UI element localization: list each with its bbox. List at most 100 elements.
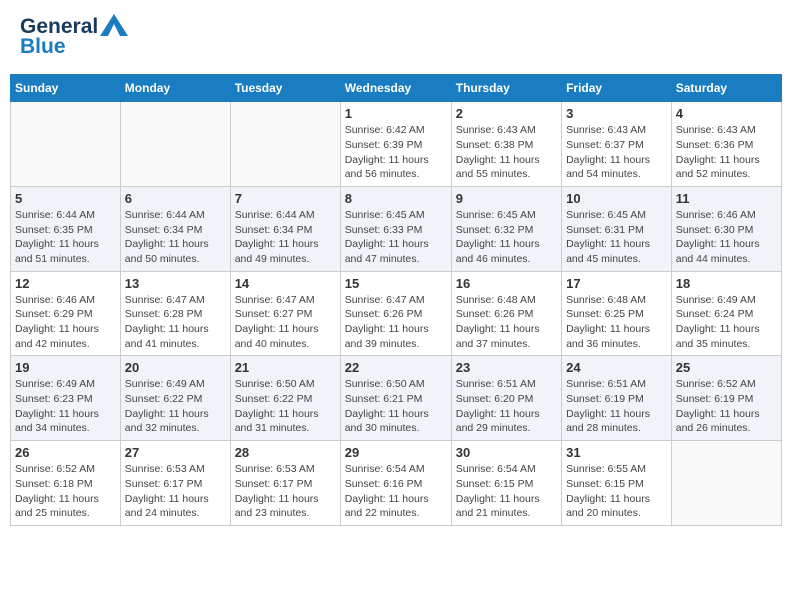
calendar-table: SundayMondayTuesdayWednesdayThursdayFrid… (10, 74, 782, 526)
day-info: Sunrise: 6:54 AM Sunset: 6:16 PM Dayligh… (345, 462, 447, 521)
day-info: Sunrise: 6:42 AM Sunset: 6:39 PM Dayligh… (345, 123, 447, 182)
calendar-cell: 18 Sunrise: 6:49 AM Sunset: 6:24 PM Dayli… (671, 271, 781, 356)
day-number: 2 (456, 106, 557, 121)
calendar-cell: 3 Sunrise: 6:43 AM Sunset: 6:37 PM Daylig… (562, 102, 672, 187)
calendar-cell: 30 Sunrise: 6:54 AM Sunset: 6:15 PM Dayli… (451, 441, 561, 526)
calendar-cell: 15 Sunrise: 6:47 AM Sunset: 6:26 PM Dayli… (340, 271, 451, 356)
day-number: 30 (456, 445, 557, 460)
calendar-cell (230, 102, 340, 187)
day-info: Sunrise: 6:44 AM Sunset: 6:34 PM Dayligh… (235, 208, 336, 267)
calendar-cell: 5Sunrise: 6:44 AM Sunset: 6:35 PM Daylig… (11, 186, 121, 271)
day-info: Sunrise: 6:44 AM Sunset: 6:35 PM Dayligh… (15, 208, 116, 267)
day-number: 4 (676, 106, 777, 121)
weekday-header-friday: Friday (562, 75, 672, 102)
calendar-cell: 23 Sunrise: 6:51 AM Sunset: 6:20 PM Dayli… (451, 356, 561, 441)
calendar-cell (671, 441, 781, 526)
calendar-cell: 29 Sunrise: 6:54 AM Sunset: 6:16 PM Dayli… (340, 441, 451, 526)
day-number: 12 (15, 276, 116, 291)
day-number: 23 (456, 360, 557, 375)
calendar-cell: 13 Sunrise: 6:47 AM Sunset: 6:28 PM Dayli… (120, 271, 230, 356)
day-info: Sunrise: 6:50 AM Sunset: 6:21 PM Dayligh… (345, 377, 447, 436)
day-info: Sunrise: 6:47 AM Sunset: 6:27 PM Dayligh… (235, 293, 336, 352)
calendar-cell: 12 Sunrise: 6:46 AM Sunset: 6:29 PM Dayli… (11, 271, 121, 356)
calendar-cell: 10 Sunrise: 6:45 AM Sunset: 6:31 PM Dayli… (562, 186, 672, 271)
calendar-cell: 26 Sunrise: 6:52 AM Sunset: 6:18 PM Dayli… (11, 441, 121, 526)
day-number: 8 (345, 191, 447, 206)
day-number: 14 (235, 276, 336, 291)
day-info: Sunrise: 6:48 AM Sunset: 6:25 PM Dayligh… (566, 293, 667, 352)
day-info: Sunrise: 6:51 AM Sunset: 6:19 PM Dayligh… (566, 377, 667, 436)
day-number: 21 (235, 360, 336, 375)
weekday-header-wednesday: Wednesday (340, 75, 451, 102)
calendar-cell: 1 Sunrise: 6:42 AM Sunset: 6:39 PM Daylig… (340, 102, 451, 187)
day-number: 19 (15, 360, 116, 375)
calendar-cell: 27 Sunrise: 6:53 AM Sunset: 6:17 PM Dayli… (120, 441, 230, 526)
day-number: 11 (676, 191, 777, 206)
calendar-cell: 4 Sunrise: 6:43 AM Sunset: 6:36 PM Daylig… (671, 102, 781, 187)
day-number: 29 (345, 445, 447, 460)
weekday-header-thursday: Thursday (451, 75, 561, 102)
calendar-cell: 21 Sunrise: 6:50 AM Sunset: 6:22 PM Dayli… (230, 356, 340, 441)
calendar-cell: 6 Sunrise: 6:44 AM Sunset: 6:34 PM Daylig… (120, 186, 230, 271)
calendar-cell (120, 102, 230, 187)
day-number: 10 (566, 191, 667, 206)
calendar-cell: 25 Sunrise: 6:52 AM Sunset: 6:19 PM Dayli… (671, 356, 781, 441)
weekday-header-monday: Monday (120, 75, 230, 102)
day-number: 15 (345, 276, 447, 291)
day-number: 9 (456, 191, 557, 206)
calendar-cell: 7 Sunrise: 6:44 AM Sunset: 6:34 PM Daylig… (230, 186, 340, 271)
day-number: 17 (566, 276, 667, 291)
page-header: General Blue (10, 10, 782, 64)
day-info: Sunrise: 6:43 AM Sunset: 6:38 PM Dayligh… (456, 123, 557, 182)
day-info: Sunrise: 6:45 AM Sunset: 6:31 PM Dayligh… (566, 208, 667, 267)
day-info: Sunrise: 6:52 AM Sunset: 6:19 PM Dayligh… (676, 377, 777, 436)
day-number: 22 (345, 360, 447, 375)
day-number: 1 (345, 106, 447, 121)
day-info: Sunrise: 6:52 AM Sunset: 6:18 PM Dayligh… (15, 462, 116, 521)
day-number: 7 (235, 191, 336, 206)
day-number: 3 (566, 106, 667, 121)
day-number: 24 (566, 360, 667, 375)
day-number: 6 (125, 191, 226, 206)
weekday-header-saturday: Saturday (671, 75, 781, 102)
calendar-cell: 31 Sunrise: 6:55 AM Sunset: 6:15 PM Dayli… (562, 441, 672, 526)
day-number: 26 (15, 445, 116, 460)
day-info: Sunrise: 6:44 AM Sunset: 6:34 PM Dayligh… (125, 208, 226, 267)
day-info: Sunrise: 6:51 AM Sunset: 6:20 PM Dayligh… (456, 377, 557, 436)
day-info: Sunrise: 6:49 AM Sunset: 6:22 PM Dayligh… (125, 377, 226, 436)
day-info: Sunrise: 6:53 AM Sunset: 6:17 PM Dayligh… (125, 462, 226, 521)
weekday-header-sunday: Sunday (11, 75, 121, 102)
day-info: Sunrise: 6:43 AM Sunset: 6:37 PM Dayligh… (566, 123, 667, 182)
calendar-cell: 8Sunrise: 6:45 AM Sunset: 6:33 PM Daylig… (340, 186, 451, 271)
day-info: Sunrise: 6:43 AM Sunset: 6:36 PM Dayligh… (676, 123, 777, 182)
calendar-cell: 22 Sunrise: 6:50 AM Sunset: 6:21 PM Dayli… (340, 356, 451, 441)
calendar-cell: 11Sunrise: 6:46 AM Sunset: 6:30 PM Dayli… (671, 186, 781, 271)
logo-icon (100, 14, 128, 36)
day-number: 16 (456, 276, 557, 291)
day-number: 31 (566, 445, 667, 460)
calendar-cell: 14 Sunrise: 6:47 AM Sunset: 6:27 PM Dayli… (230, 271, 340, 356)
calendar-cell: 2 Sunrise: 6:43 AM Sunset: 6:38 PM Daylig… (451, 102, 561, 187)
day-number: 13 (125, 276, 226, 291)
day-info: Sunrise: 6:47 AM Sunset: 6:26 PM Dayligh… (345, 293, 447, 352)
day-number: 18 (676, 276, 777, 291)
calendar-cell: 24 Sunrise: 6:51 AM Sunset: 6:19 PM Dayli… (562, 356, 672, 441)
day-info: Sunrise: 6:55 AM Sunset: 6:15 PM Dayligh… (566, 462, 667, 521)
calendar-cell: 19 Sunrise: 6:49 AM Sunset: 6:23 PM Dayli… (11, 356, 121, 441)
day-info: Sunrise: 6:48 AM Sunset: 6:26 PM Dayligh… (456, 293, 557, 352)
calendar-cell: 17 Sunrise: 6:48 AM Sunset: 6:25 PM Dayli… (562, 271, 672, 356)
day-info: Sunrise: 6:53 AM Sunset: 6:17 PM Dayligh… (235, 462, 336, 521)
calendar-cell: 16 Sunrise: 6:48 AM Sunset: 6:26 PM Dayli… (451, 271, 561, 356)
day-info: Sunrise: 6:45 AM Sunset: 6:32 PM Dayligh… (456, 208, 557, 267)
day-info: Sunrise: 6:49 AM Sunset: 6:24 PM Dayligh… (676, 293, 777, 352)
day-info: Sunrise: 6:50 AM Sunset: 6:22 PM Dayligh… (235, 377, 336, 436)
day-number: 25 (676, 360, 777, 375)
day-info: Sunrise: 6:46 AM Sunset: 6:29 PM Dayligh… (15, 293, 116, 352)
day-info: Sunrise: 6:54 AM Sunset: 6:15 PM Dayligh… (456, 462, 557, 521)
day-info: Sunrise: 6:47 AM Sunset: 6:28 PM Dayligh… (125, 293, 226, 352)
weekday-header-tuesday: Tuesday (230, 75, 340, 102)
calendar-cell: 9 Sunrise: 6:45 AM Sunset: 6:32 PM Daylig… (451, 186, 561, 271)
day-info: Sunrise: 6:49 AM Sunset: 6:23 PM Dayligh… (15, 377, 116, 436)
day-number: 28 (235, 445, 336, 460)
day-number: 27 (125, 445, 226, 460)
